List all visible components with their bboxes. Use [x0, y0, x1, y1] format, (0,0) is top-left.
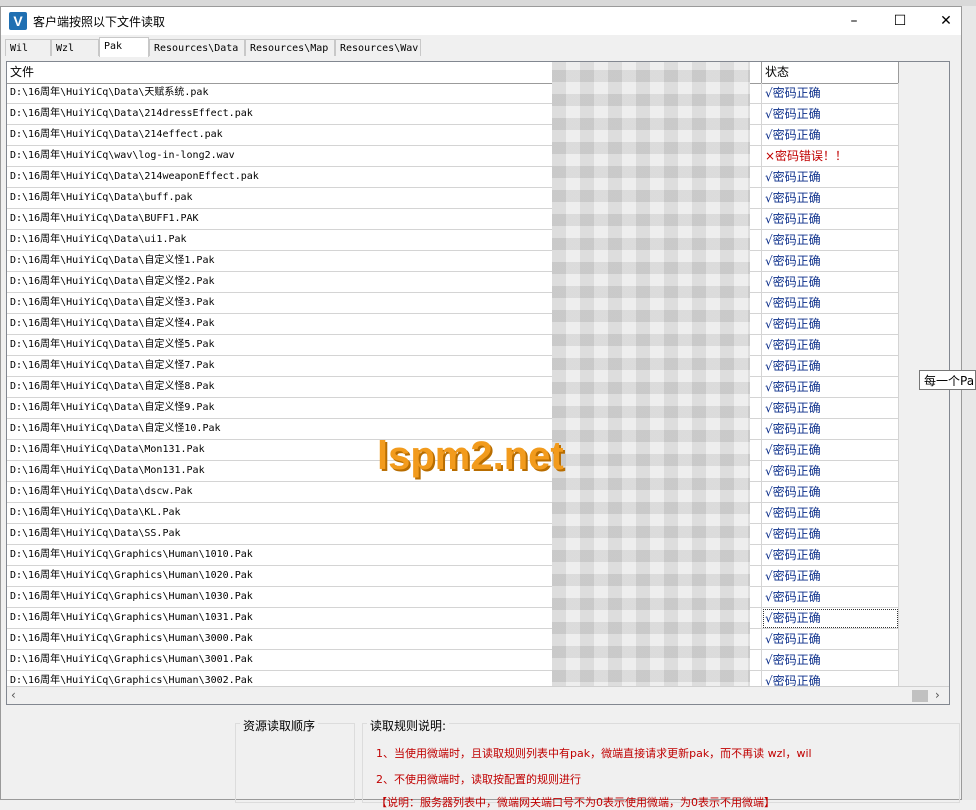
status-cell[interactable]: √密码正确 [762, 398, 899, 419]
table-row[interactable]: D:\16周年\HuiYiCq\Graphics\Human\3001.Pak √… [7, 650, 899, 671]
maximize-icon[interactable]: ☐ [877, 7, 923, 35]
close-icon[interactable]: ✕ [923, 7, 969, 35]
status-cell[interactable]: √密码正确 [762, 335, 899, 356]
status-cell[interactable]: √密码正确 [762, 83, 899, 104]
status-cell[interactable]: √密码正确 [762, 125, 899, 146]
file-list-grid[interactable]: 文件 状态 D:\16周年\HuiYiCq\Data\天赋系统.pak √密码正确… [6, 61, 950, 705]
table-row[interactable]: D:\16周年\HuiYiCq\Data\自定义怪3.Pak √密码正确 [7, 293, 899, 314]
tab-resources-data[interactable]: Resources\Data [149, 39, 245, 56]
status-cell[interactable]: √密码正确 [762, 314, 899, 335]
table-row[interactable]: D:\16周年\HuiYiCq\Data\ui1.Pak √密码正确 [7, 230, 899, 251]
status-cell[interactable]: √密码正确 [762, 272, 899, 293]
table-row[interactable]: D:\16周年\HuiYiCq\wav\log-in-long2.wav ×密码错… [7, 146, 899, 167]
table-row[interactable]: D:\16周年\HuiYiCq\Data\214dressEffect.pak √… [7, 104, 899, 125]
rules-box [362, 723, 960, 803]
resource-order-box [235, 723, 355, 803]
table-row[interactable]: D:\16周年\HuiYiCq\Data\dscw.Pak √密码正确 [7, 482, 899, 503]
table-row[interactable]: D:\16周年\HuiYiCq\Data\自定义怪8.Pak √密码正确 [7, 377, 899, 398]
tab-resources-wav[interactable]: Resources\Wav [335, 39, 421, 56]
status-cell[interactable]: √密码正确 [762, 377, 899, 398]
status-cell[interactable]: √密码正确 [762, 251, 899, 272]
table-row[interactable]: D:\16周年\HuiYiCq\Graphics\Human\1030.Pak √… [7, 587, 899, 608]
rule-line-2: 2、不使用微端时，读取按配置的规则进行 [376, 773, 581, 786]
rules-label: 读取规则说明: [367, 717, 450, 734]
table-row[interactable]: D:\16周年\HuiYiCq\Data\天赋系统.pak √密码正确 [7, 83, 899, 104]
table-row[interactable]: D:\16周年\HuiYiCq\Graphics\Human\3000.Pak √… [7, 629, 899, 650]
table-row[interactable]: D:\16周年\HuiYiCq\Data\BUFF1.PAK √密码正确 [7, 209, 899, 230]
status-cell[interactable]: √密码正确 [762, 440, 899, 461]
blurred-region [552, 62, 750, 704]
status-cell[interactable]: √密码正确 [762, 650, 899, 671]
table-row[interactable]: D:\16周年\HuiYiCq\Graphics\Human\1031.Pak √… [7, 608, 899, 629]
scroll-right-icon[interactable]: › [935, 688, 940, 702]
table-row[interactable]: D:\16周年\HuiYiCq\Data\自定义怪1.Pak √密码正确 [7, 251, 899, 272]
status-cell[interactable]: √密码正确 [762, 230, 899, 251]
table-row[interactable]: D:\16周年\HuiYiCq\Data\214weaponEffect.pak… [7, 167, 899, 188]
bottom-panel: 资源读取顺序 读取规则说明: 1、当使用微端时，且读取规则列表中有pak，微端直… [6, 713, 961, 809]
scroll-thumb[interactable] [912, 690, 928, 702]
table-row[interactable]: D:\16周年\HuiYiCq\Data\KL.Pak √密码正确 [7, 503, 899, 524]
table-row[interactable]: D:\16周年\HuiYiCq\Data\buff.pak √密码正确 [7, 188, 899, 209]
tooltip: 每一个Pak [919, 370, 976, 390]
table-row[interactable]: D:\16周年\HuiYiCq\Graphics\Human\1010.Pak √… [7, 545, 899, 566]
status-cell[interactable]: √密码正确 [762, 566, 899, 587]
status-cell[interactable]: √密码正确 [762, 419, 899, 440]
table-row[interactable]: D:\16周年\HuiYiCq\Data\自定义怪9.Pak √密码正确 [7, 398, 899, 419]
status-cell[interactable]: √密码正确 [762, 461, 899, 482]
rule-line-1: 1、当使用微端时，且读取规则列表中有pak，微端直接请求更新pak，而不再读 w… [376, 747, 812, 760]
grid-header: 文件 状态 [7, 62, 899, 84]
resource-order-label: 资源读取顺序 [240, 717, 319, 734]
status-cell[interactable]: √密码正确 [762, 209, 899, 230]
status-cell[interactable]: √密码正确 [762, 104, 899, 125]
table-row[interactable]: D:\16周年\HuiYiCq\Data\214effect.pak √密码正确 [7, 125, 899, 146]
tab-resources-map[interactable]: Resources\Map [245, 39, 335, 56]
window-title: 客户端按照以下文件读取 [33, 15, 166, 29]
status-cell[interactable]: √密码正确 [762, 524, 899, 545]
tab-pak[interactable]: Pak [99, 37, 149, 57]
table-row[interactable]: D:\16周年\HuiYiCq\Data\自定义怪5.Pak √密码正确 [7, 335, 899, 356]
tab-wil[interactable]: Wil [5, 39, 51, 56]
scroll-left-icon[interactable]: ‹ [11, 688, 16, 702]
status-cell[interactable]: √密码正确 [762, 482, 899, 503]
status-cell[interactable]: √密码正确 [762, 293, 899, 314]
horizontal-scrollbar[interactable]: ‹ › [7, 686, 949, 704]
background-window-edge [962, 6, 976, 800]
table-row[interactable]: D:\16周年\HuiYiCq\Data\自定义怪7.Pak √密码正确 [7, 356, 899, 377]
table-row[interactable]: D:\16周年\HuiYiCq\Data\自定义怪4.Pak √密码正确 [7, 314, 899, 335]
column-header-status[interactable]: 状态 [762, 62, 899, 83]
status-cell[interactable]: √密码正确 [762, 188, 899, 209]
table-row[interactable]: D:\16周年\HuiYiCq\Data\自定义怪2.Pak √密码正确 [7, 272, 899, 293]
status-cell[interactable]: √密码正确 [762, 167, 899, 188]
status-cell[interactable]: √密码正确 [762, 608, 899, 629]
watermark: lspm2.net [377, 434, 564, 478]
table-row[interactable]: D:\16周年\HuiYiCq\Graphics\Human\1020.Pak √… [7, 566, 899, 587]
minimize-icon[interactable]: – [831, 7, 877, 35]
rule-line-3: 【说明：服务器列表中，微端网关端口号不为0表示使用微端，为0表示不用微端】 [376, 796, 775, 809]
file-read-window: V 客户端按照以下文件读取 – ☐ ✕ Wil Wzl Pak Resource… [0, 6, 962, 809]
status-cell[interactable]: √密码正确 [762, 356, 899, 377]
title-bar[interactable]: V 客户端按照以下文件读取 – ☐ ✕ [1, 7, 961, 35]
status-cell[interactable]: ×密码错误！！ [762, 146, 899, 167]
status-cell[interactable]: √密码正确 [762, 629, 899, 650]
table-row[interactable]: D:\16周年\HuiYiCq\Data\SS.Pak √密码正确 [7, 524, 899, 545]
status-cell[interactable]: √密码正确 [762, 503, 899, 524]
status-cell[interactable]: √密码正确 [762, 545, 899, 566]
app-v-icon: V [9, 12, 27, 30]
status-cell[interactable]: √密码正确 [762, 587, 899, 608]
tab-wzl[interactable]: Wzl [51, 39, 99, 56]
